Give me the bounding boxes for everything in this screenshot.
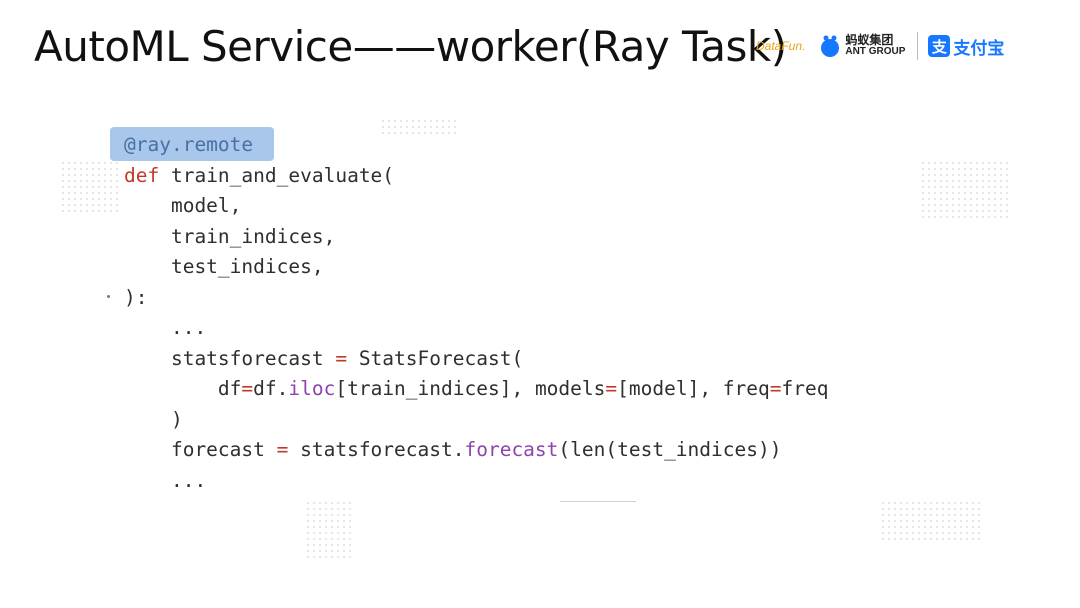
keyword-def: def bbox=[124, 163, 160, 187]
method-name: forecast bbox=[464, 438, 559, 461]
code-token: statsforecast bbox=[124, 346, 336, 370]
background-dots-left bbox=[60, 160, 120, 215]
param-model: model, bbox=[124, 194, 242, 217]
code-token: freq bbox=[781, 377, 829, 400]
alipay-wordmark: 支付宝 bbox=[953, 38, 1005, 59]
ant-group-logo-icon bbox=[821, 35, 840, 57]
code-line-11: forecast = statsforecast.forecast(len(te… bbox=[124, 435, 828, 466]
ellipsis: ... bbox=[124, 316, 207, 339]
operator: = bbox=[276, 438, 289, 461]
background-dots-bottom-left bbox=[305, 500, 355, 560]
param-test-indices: test_indices, bbox=[124, 255, 324, 278]
ant-group-en: ANT GROUP bbox=[845, 46, 906, 57]
code-token: statsforecast. bbox=[288, 438, 465, 461]
code-token: StatsForecast( bbox=[347, 346, 524, 370]
code-line-8: statsforecast = StatsForecast( bbox=[124, 344, 828, 375]
param-train-indices: train_indices, bbox=[124, 224, 336, 248]
ellipsis: ... bbox=[124, 468, 207, 492]
code-token: [train_indices], models bbox=[335, 377, 606, 400]
code-line-1: @ray.remote bbox=[124, 130, 828, 161]
code-token: [model], freq bbox=[617, 377, 770, 400]
datafun-logo: DataFun. bbox=[756, 39, 806, 53]
code-line-4: train_indices, bbox=[124, 222, 828, 253]
stray-dot bbox=[107, 295, 110, 298]
operator: = bbox=[241, 377, 254, 400]
code-line-2: def train_and_evaluate( bbox=[124, 161, 828, 192]
code-line-7: ... bbox=[124, 313, 828, 344]
code-line-10: ) bbox=[124, 405, 828, 436]
signature-close: ): bbox=[124, 285, 148, 309]
code-line-5: test_indices, bbox=[124, 252, 828, 283]
ant-group-cn: 蚂蚁集团 bbox=[845, 33, 894, 47]
bottom-rule bbox=[560, 501, 636, 502]
code-line-3: model, bbox=[124, 191, 828, 222]
logo-bar: DataFun. 蚂蚁集团 ANT GROUP 支 支付宝 bbox=[756, 26, 1004, 66]
ant-group-wordmark: 蚂蚁集团 ANT GROUP bbox=[845, 34, 905, 58]
code-token: forecast bbox=[124, 438, 277, 461]
alipay-logo-icon: 支 bbox=[928, 35, 951, 57]
background-dots-bottom-right bbox=[880, 500, 980, 540]
code-line-6: ): bbox=[124, 283, 828, 314]
operator: = bbox=[605, 377, 618, 400]
code-token: (len(test_indices)) bbox=[558, 438, 782, 461]
operator: = bbox=[769, 377, 782, 400]
background-dots-right bbox=[920, 160, 1010, 220]
slide-title: AutoML Service——worker(Ray Task) bbox=[34, 22, 787, 71]
method-name: iloc bbox=[288, 377, 336, 400]
code-line-12: ... bbox=[124, 466, 828, 497]
code-token: df bbox=[124, 377, 242, 400]
code-block: @ray.remote def train_and_evaluate( mode… bbox=[124, 130, 828, 496]
decorator: @ray.remote bbox=[124, 133, 254, 156]
code-token: df. bbox=[253, 377, 289, 400]
code-line-9: df=df.iloc[train_indices], models=[model… bbox=[124, 374, 829, 405]
code-token: ) bbox=[124, 407, 183, 431]
function-signature: train_and_evaluate( bbox=[159, 163, 395, 187]
logo-divider bbox=[917, 32, 919, 60]
operator: = bbox=[335, 346, 348, 370]
